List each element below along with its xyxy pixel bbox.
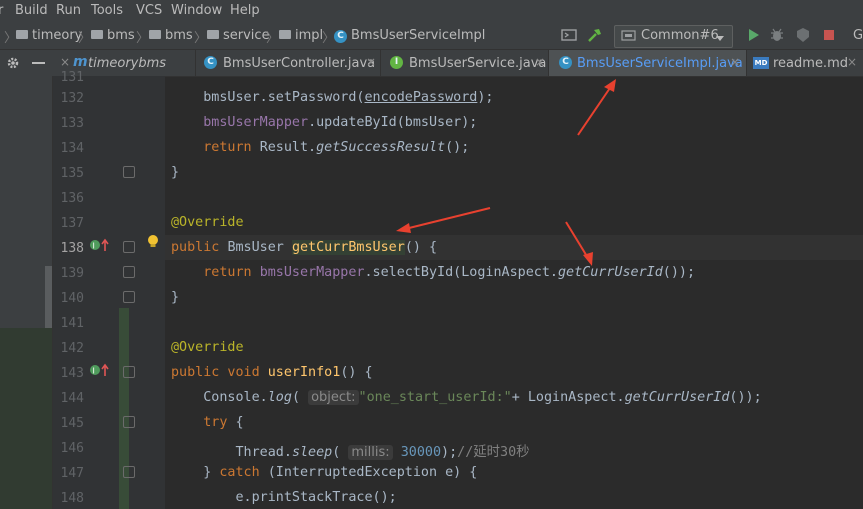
arrowhead (604, 79, 616, 92)
annotation-arrow (565, 221, 589, 259)
arrowhead (396, 223, 411, 233)
annotation-arrows (396, 79, 616, 266)
annotation-arrow (577, 84, 613, 136)
annotation-arrow (404, 207, 491, 230)
